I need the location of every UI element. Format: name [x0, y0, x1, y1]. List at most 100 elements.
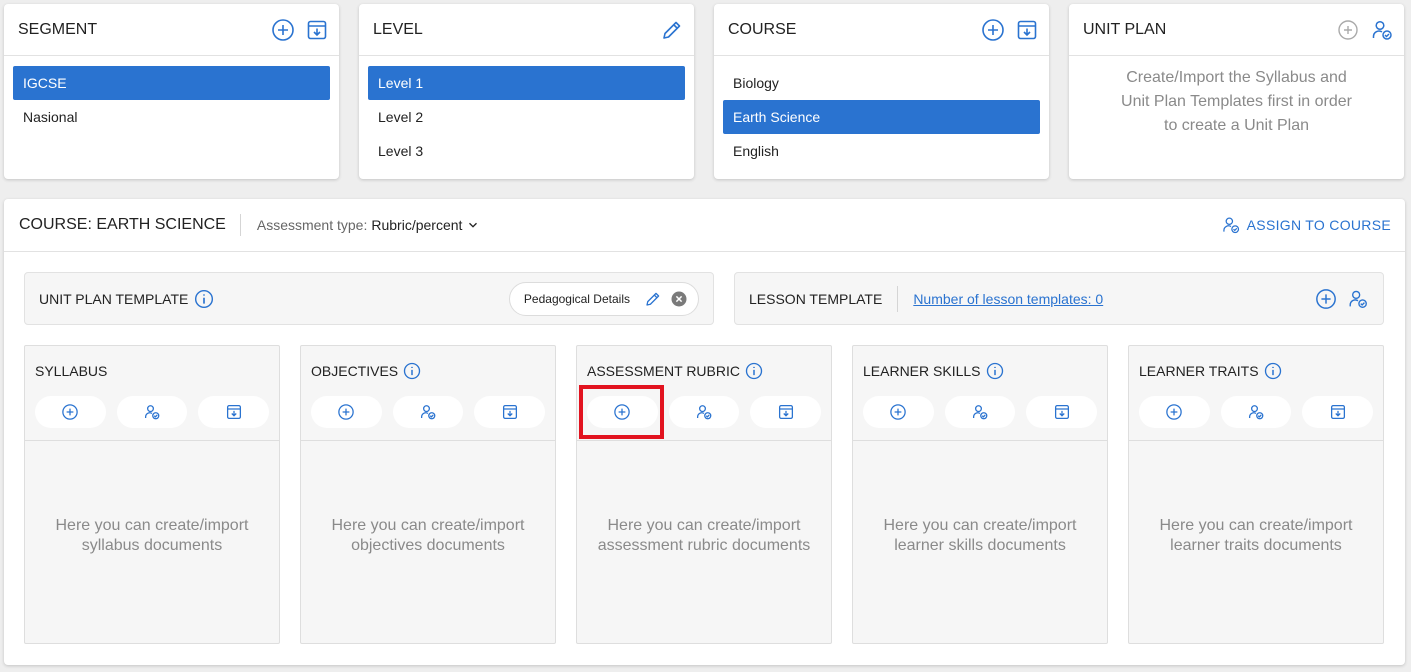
- remove-icon[interactable]: [670, 290, 688, 308]
- assessment-type-dropdown[interactable]: Assessment type: Rubric/percent: [257, 217, 481, 233]
- import-learner-skills-button[interactable]: [1026, 396, 1098, 428]
- assessment-rubric-column: ASSESSMENT RUBRIC Here you can create/im…: [576, 345, 832, 644]
- assign-learner-traits-button[interactable]: [1220, 396, 1292, 428]
- segment-panel: SEGMENT IGCSE Nasional: [4, 4, 339, 179]
- unit-plan-title: UNIT PLAN: [1083, 20, 1167, 38]
- column-title: SYLLABUS: [35, 363, 108, 379]
- chip-label: Pedagogical Details: [523, 291, 630, 306]
- add-course-icon[interactable]: [981, 18, 1005, 42]
- lesson-template-title: LESSON TEMPLATE: [749, 290, 883, 307]
- course-item-biology[interactable]: Biology: [723, 66, 1040, 100]
- import-course-icon[interactable]: [1015, 18, 1039, 42]
- import-learner-traits-button[interactable]: [1302, 396, 1374, 428]
- course-detail-section: COURSE: EARTH SCIENCE Assessment type: R…: [4, 199, 1405, 665]
- segment-header: SEGMENT: [4, 4, 339, 56]
- edit-icon[interactable]: [644, 290, 662, 308]
- empty-state-message: Here you can create/import learner trait…: [1159, 517, 1353, 554]
- add-icon: [889, 403, 907, 421]
- level-title: LEVEL: [373, 20, 423, 38]
- import-icon: [225, 403, 243, 421]
- import-icon: [1329, 403, 1347, 421]
- add-segment-icon[interactable]: [271, 18, 295, 42]
- add-assessment-rubric-button[interactable]: [587, 396, 658, 428]
- divider: [897, 285, 899, 312]
- empty-state-message: Here you can create/import learner skill…: [883, 517, 1077, 554]
- assign-user-icon: [1221, 215, 1241, 235]
- assessment-type-value: Rubric/percent: [371, 217, 463, 233]
- assign-user-icon: [143, 403, 161, 421]
- chevron-down-icon: [466, 218, 480, 232]
- assign-objectives-button[interactable]: [392, 396, 464, 428]
- course-list: Biology Earth Science English: [714, 56, 1049, 178]
- course-detail-header: COURSE: EARTH SCIENCE Assessment type: R…: [4, 199, 1405, 252]
- edit-level-icon[interactable]: [660, 18, 684, 42]
- info-icon[interactable]: [403, 362, 421, 380]
- segment-title: SEGMENT: [18, 20, 98, 38]
- add-icon: [337, 403, 355, 421]
- objectives-column: OBJECTIVES Here you can create/import ob…: [300, 345, 556, 644]
- assign-user-icon[interactable]: [1370, 18, 1394, 42]
- level-item-1[interactable]: Level 1: [368, 66, 685, 100]
- syllabus-column: SYLLABUS Here you can create/import syll…: [24, 345, 280, 644]
- assign-user-icon: [695, 403, 713, 421]
- learner-skills-column: LEARNER SKILLS Here you can create/impor…: [852, 345, 1108, 644]
- assign-user-icon: [1247, 403, 1265, 421]
- add-learner-traits-button[interactable]: [1139, 396, 1210, 428]
- import-segment-icon[interactable]: [305, 18, 329, 42]
- info-icon[interactable]: [194, 289, 214, 309]
- add-icon: [1165, 403, 1183, 421]
- import-icon: [501, 403, 519, 421]
- segment-item-igcse[interactable]: IGCSE: [13, 66, 330, 100]
- unit-plan-template-bar: UNIT PLAN TEMPLATE Pedagogical Details: [24, 272, 714, 325]
- empty-state-message: Here you can create/import syllabus docu…: [55, 517, 249, 554]
- level-panel: LEVEL Level 1 Level 2 Level 3: [359, 4, 694, 179]
- import-icon: [777, 403, 795, 421]
- pedagogical-details-chip[interactable]: Pedagogical Details: [508, 281, 699, 316]
- assign-assessment-rubric-button[interactable]: [668, 396, 740, 428]
- assign-learner-skills-button[interactable]: [944, 396, 1016, 428]
- unit-plan-panel: UNIT PLAN Create/Import the Syllabus and…: [1069, 4, 1404, 179]
- empty-state-message: Here you can create/import assessment ru…: [597, 517, 811, 554]
- empty-state-message: Here you can create/import objectives do…: [331, 517, 525, 554]
- course-item-english[interactable]: English: [723, 134, 1040, 168]
- info-icon[interactable]: [986, 362, 1004, 380]
- course-panel: COURSE Biology Earth Science English: [714, 4, 1049, 179]
- level-item-2[interactable]: Level 2: [368, 100, 685, 134]
- assign-to-course-button[interactable]: ASSIGN TO COURSE: [1221, 215, 1391, 235]
- import-assessment-rubric-button[interactable]: [750, 396, 822, 428]
- add-learner-skills-button[interactable]: [863, 396, 934, 428]
- segment-item-nasional[interactable]: Nasional: [13, 100, 330, 134]
- assign-syllabus-button[interactable]: [116, 396, 188, 428]
- import-syllabus-button[interactable]: [198, 396, 270, 428]
- assign-to-course-label: ASSIGN TO COURSE: [1246, 217, 1391, 233]
- segment-list: IGCSE Nasional: [4, 56, 339, 144]
- assessment-type-label: Assessment type:: [256, 217, 368, 233]
- course-detail-title: COURSE: EARTH SCIENCE: [19, 214, 241, 236]
- add-objectives-button[interactable]: [311, 396, 382, 428]
- import-objectives-button[interactable]: [474, 396, 546, 428]
- column-title: ASSESSMENT RUBRIC: [587, 363, 740, 379]
- import-icon: [1053, 403, 1071, 421]
- unit-plan-header: UNIT PLAN: [1069, 4, 1404, 56]
- info-icon[interactable]: [745, 362, 763, 380]
- unit-plan-template-title: UNIT PLAN TEMPLATE: [39, 290, 189, 307]
- add-icon: [613, 403, 631, 421]
- assign-user-icon: [971, 403, 989, 421]
- add-syllabus-button[interactable]: [35, 396, 106, 428]
- add-lesson-template-icon[interactable]: [1315, 288, 1337, 310]
- lesson-template-bar: LESSON TEMPLATE Number of lesson templat…: [734, 272, 1384, 325]
- level-list: Level 1 Level 2 Level 3: [359, 56, 694, 178]
- add-unit-plan-icon[interactable]: [1336, 18, 1360, 42]
- column-title: LEARNER SKILLS: [863, 363, 981, 379]
- learner-traits-column: LEARNER TRAITS Here you can create/impor…: [1128, 345, 1384, 644]
- level-item-3[interactable]: Level 3: [368, 134, 685, 168]
- course-item-earth-science[interactable]: Earth Science: [723, 100, 1040, 134]
- unit-plan-hint: Create/Import the Syllabus and Unit Plan…: [1121, 69, 1352, 134]
- info-icon[interactable]: [1264, 362, 1282, 380]
- column-title: OBJECTIVES: [311, 363, 399, 379]
- column-title: LEARNER TRAITS: [1139, 363, 1259, 379]
- course-header: COURSE: [714, 4, 1049, 56]
- level-header: LEVEL: [359, 4, 694, 56]
- lesson-templates-link[interactable]: Number of lesson templates: 0: [913, 291, 1103, 307]
- assign-user-icon[interactable]: [1347, 288, 1369, 310]
